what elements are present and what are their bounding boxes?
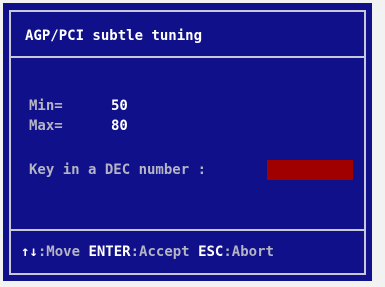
accept-hint: :Accept xyxy=(130,244,190,260)
tuning-dialog: AGP/PCI subtle tuning Min= 50 Max= 80 Ke… xyxy=(3,3,372,281)
title-bar: AGP/PCI subtle tuning xyxy=(11,12,364,58)
min-value: 50 xyxy=(111,98,128,114)
number-prompt: Key in a DEC number : xyxy=(29,162,207,178)
abort-hint: :Abort xyxy=(223,244,274,260)
dialog-frame: AGP/PCI subtle tuning Min= 50 Max= 80 Ke… xyxy=(9,10,366,275)
help-text: ↑↓:Move ENTER:Accept ESC:Abort xyxy=(21,244,274,260)
esc-key-label: ESC xyxy=(198,244,224,260)
max-label: Max= xyxy=(29,118,63,134)
move-hint: :Move xyxy=(37,244,81,260)
max-value: 80 xyxy=(111,118,128,134)
enter-key-label: ENTER xyxy=(88,244,131,260)
dec-number-input[interactable] xyxy=(267,160,353,180)
help-bar: ↑↓:Move ENTER:Accept ESC:Abort xyxy=(11,229,364,273)
min-label: Min= xyxy=(29,98,63,114)
arrow-keys-icon: ↑↓ xyxy=(21,244,38,260)
bios-screen: AGP/PCI subtle tuning Min= 50 Max= 80 Ke… xyxy=(0,0,385,287)
dialog-title: AGP/PCI subtle tuning xyxy=(25,28,203,44)
